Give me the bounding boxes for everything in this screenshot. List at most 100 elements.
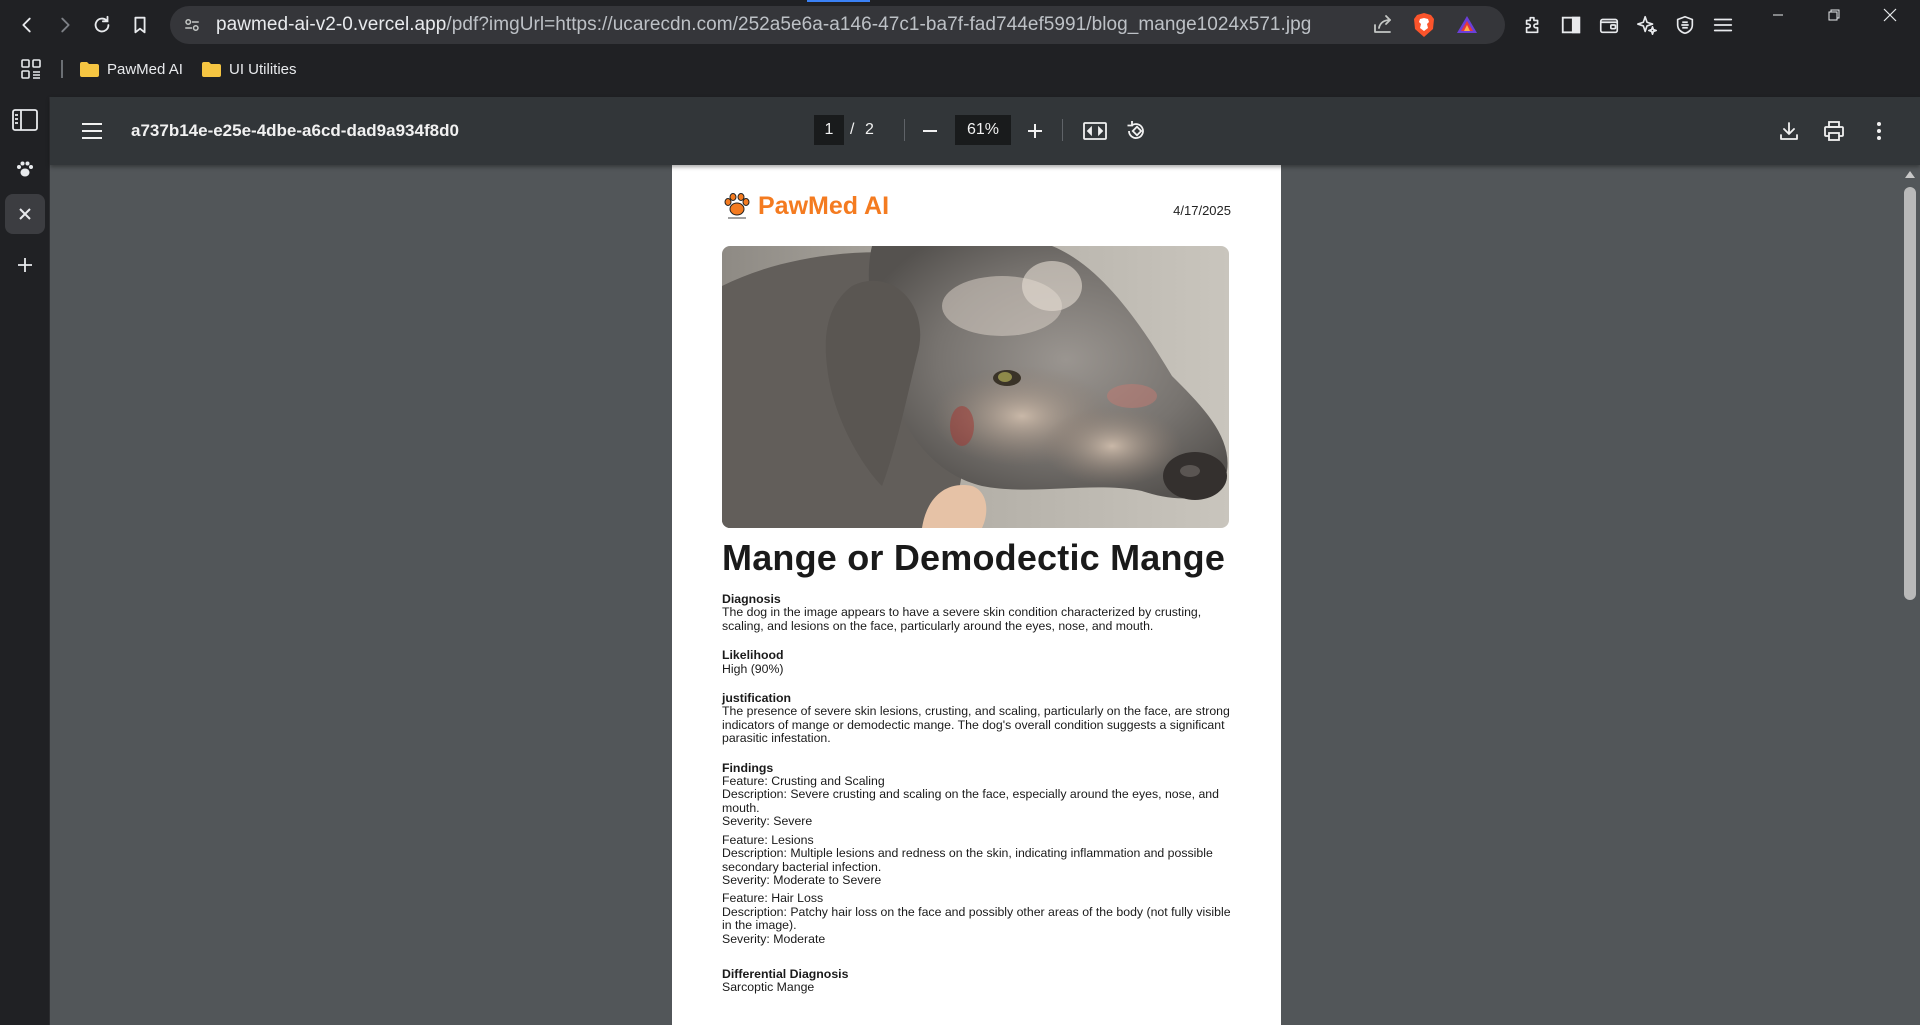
browser-sidebar: [0, 97, 50, 1025]
scrollbar-thumb[interactable]: [1904, 187, 1916, 600]
bookmarks-bar: PawMed AI UI Utilities: [0, 50, 1920, 87]
close-window-button[interactable]: [1862, 0, 1918, 30]
share-icon[interactable]: [1371, 13, 1395, 37]
findings-heading: Findings: [722, 760, 774, 775]
extensions-icon[interactable]: [1520, 12, 1546, 38]
print-button[interactable]: [1820, 117, 1848, 145]
finding-severity: Severity: Moderate to Severe: [722, 872, 882, 887]
kebab-menu-icon: [1877, 122, 1881, 140]
justification-heading: justification: [722, 691, 792, 706]
justification-text: The presence of severe skin lesions, cru…: [722, 704, 1230, 746]
pdf-viewer: a737b14e-e25e-4dbe-a6cd-dad9a934f8d0 1 /…: [50, 97, 1920, 1025]
differential-heading: Differential Diagnosis: [722, 966, 849, 981]
reload-icon: [94, 15, 110, 33]
brand-name: PawMed AI: [758, 191, 890, 220]
wallet-icon[interactable]: [1596, 12, 1622, 38]
bookmark-button[interactable]: [125, 10, 155, 40]
finding-item: Feature: Lesions Description: Multiple l…: [722, 833, 1232, 888]
dog-photo: [722, 246, 1229, 528]
download-icon: [1780, 122, 1798, 140]
forward-arrow-icon: [61, 17, 70, 33]
address-bar[interactable]: pawmed-ai-v2-0.vercel.app/pdf?imgUrl=htt…: [170, 6, 1505, 44]
fit-page-icon: [1083, 122, 1107, 140]
pdf-document-title: a737b14e-e25e-4dbe-a6cd-dad9a934f8d0: [131, 121, 459, 140]
back-arrow-icon: [22, 17, 31, 33]
pdf-toolbar: a737b14e-e25e-4dbe-a6cd-dad9a934f8d0 1 /…: [50, 97, 1920, 165]
sidebar-add-button[interactable]: [5, 245, 45, 285]
more-options-button[interactable]: [1865, 117, 1893, 145]
paw-icon: [17, 161, 33, 177]
zoom-out-button[interactable]: [916, 117, 944, 145]
brave-rewards-icon[interactable]: [1455, 13, 1479, 37]
likelihood-heading: Likelihood: [722, 648, 784, 663]
likelihood-section: Likelihood High (90%): [722, 648, 1232, 676]
plus-icon: [1028, 124, 1042, 138]
browser-menu-icon[interactable]: [1710, 12, 1736, 38]
minimize-icon: [1773, 14, 1783, 16]
report-brand: PawMed AI: [722, 191, 889, 221]
close-icon: [1883, 8, 1897, 22]
sidebar-panel-button[interactable]: [5, 100, 45, 140]
brave-shields-icon[interactable]: [1411, 12, 1437, 38]
bookmark-label: UI Utilities: [229, 60, 297, 78]
folder-icon: [202, 61, 221, 77]
sidebar-close-button[interactable]: [5, 194, 45, 234]
differential-section: Differential Diagnosis Sarcoptic Mange: [722, 966, 1232, 995]
zoom-level-input[interactable]: 61%: [955, 115, 1011, 145]
finding-description: Description: Multiple lesions and rednes…: [722, 846, 1213, 874]
bookmark-folder-ui-utilities[interactable]: UI Utilities: [198, 55, 301, 83]
toolbar-divider: [1062, 119, 1063, 141]
url-domain: pawmed-ai-v2-0.vercel.app: [216, 14, 447, 35]
url-path: /pdf?imgUrl=https://ucarecdn.com/252a5e6…: [446, 14, 1312, 35]
restore-button[interactable]: [1806, 0, 1862, 30]
diagnosis-section: Diagnosis The dog in the image appears t…: [722, 592, 1232, 633]
bookmark-label: PawMed AI: [107, 60, 183, 78]
bookmark-folder-pawmed[interactable]: PawMed AI: [76, 55, 187, 83]
minus-icon: [923, 130, 937, 132]
diagnosis-text: The dog in the image appears to have a s…: [722, 605, 1202, 633]
apps-grid-icon[interactable]: [20, 58, 42, 80]
pdf-scroll-area[interactable]: PawMed AI 4/17/2025 Mange or Demodectic …: [50, 165, 1920, 1025]
sidebar-toggle-icon[interactable]: [1558, 12, 1584, 38]
page-number-input[interactable]: 1: [814, 115, 844, 145]
pdf-menu-icon[interactable]: [80, 119, 104, 143]
sidebar-item-pawmed[interactable]: [5, 149, 45, 189]
bookmarks-separator: [61, 60, 63, 78]
bookmark-icon: [134, 16, 146, 34]
close-icon: [19, 208, 31, 220]
finding-description: Description: Severe crusting and scaling…: [722, 787, 1219, 815]
active-tab-indicator: [807, 0, 870, 2]
download-button[interactable]: [1775, 117, 1803, 145]
folder-icon: [80, 61, 99, 77]
reload-button[interactable]: [87, 10, 117, 40]
vertical-scrollbar[interactable]: [1900, 165, 1920, 1025]
print-icon: [1824, 121, 1844, 141]
report-date: 4/17/2025: [1173, 203, 1231, 218]
sidebar-panel-icon: [12, 109, 38, 131]
plus-icon: [18, 258, 32, 272]
scroll-up-arrow-icon[interactable]: [1905, 171, 1915, 178]
justification-section: justification The presence of severe ski…: [722, 691, 1232, 746]
rotate-button[interactable]: [1122, 117, 1150, 145]
finding-item: Feature: Hair Loss Description: Patchy h…: [722, 891, 1232, 946]
vpn-shield-icon[interactable]: [1672, 12, 1698, 38]
finding-severity: Severity: Severe: [722, 814, 813, 829]
back-button[interactable]: [12, 10, 42, 40]
pawmed-logo-icon: [724, 193, 750, 219]
toolbar-divider: [904, 119, 905, 141]
rotate-icon: [1127, 121, 1144, 139]
diagnosis-heading: Diagnosis: [722, 592, 781, 606]
finding-description: Description: Patchy hair loss on the fac…: [722, 904, 1231, 933]
page-total: 2: [865, 121, 874, 138]
forward-button[interactable]: [50, 10, 80, 40]
report-body: Diagnosis The dog in the image appears t…: [722, 592, 1232, 1011]
leo-ai-icon[interactable]: [1634, 12, 1660, 38]
finding-feature: Feature: Crusting and Scaling: [722, 774, 885, 789]
fit-to-page-button[interactable]: [1081, 117, 1109, 145]
site-settings-icon[interactable]: [180, 13, 204, 37]
zoom-in-button[interactable]: [1021, 117, 1049, 145]
finding-severity: Severity: Moderate: [722, 931, 826, 946]
browser-toolbar: pawmed-ai-v2-0.vercel.app/pdf?imgUrl=htt…: [0, 0, 1920, 50]
minimize-button[interactable]: [1750, 0, 1806, 30]
url-text[interactable]: pawmed-ai-v2-0.vercel.app/pdf?imgUrl=htt…: [216, 6, 1311, 44]
